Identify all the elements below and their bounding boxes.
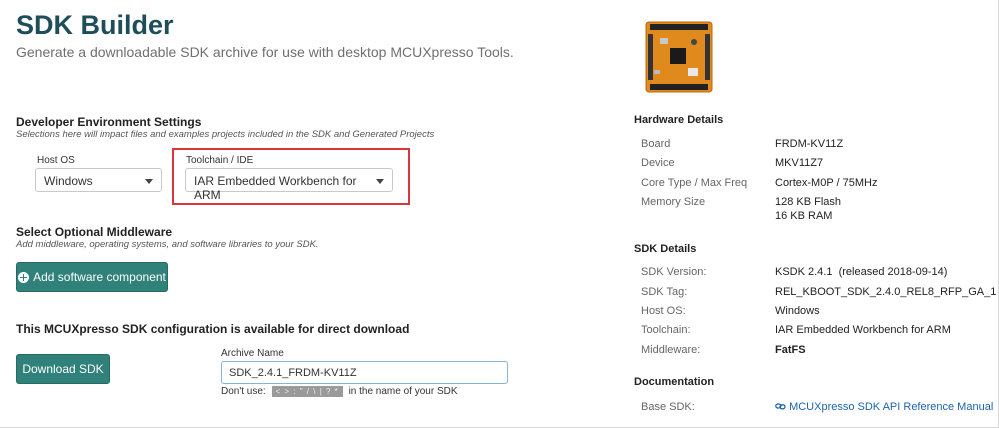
archive-name-label: Archive Name bbox=[221, 348, 284, 359]
dev-env-title: Developer Environment Settings bbox=[16, 115, 202, 129]
archive-name-input[interactable] bbox=[221, 361, 508, 384]
hw-key-core: Core Type / Max Freq bbox=[641, 177, 748, 189]
middleware-description: Add middleware, operating systems, and s… bbox=[16, 239, 319, 250]
hardware-details-title: Hardware Details bbox=[634, 114, 724, 126]
api-reference-link[interactable]: MCUXpresso SDK API Reference Manual bbox=[775, 401, 993, 413]
sdk-key-tag: SDK Tag: bbox=[641, 286, 688, 298]
hw-val-board: FRDM-KV11Z bbox=[775, 138, 844, 150]
sdk-key-toolchain: Toolchain: bbox=[641, 324, 691, 336]
page-title: SDK Builder bbox=[16, 10, 174, 40]
forbidden-chars: < > : " / \ | ? * bbox=[271, 386, 343, 397]
chevron-down-icon bbox=[145, 179, 153, 184]
download-title: This MCUXpresso SDK configuration is ava… bbox=[16, 322, 410, 336]
sdk-val-host-os: Windows bbox=[775, 305, 820, 317]
host-os-value: Windows bbox=[44, 174, 93, 188]
host-os-label: Host OS bbox=[37, 155, 75, 166]
doc-key-base-sdk: Base SDK: bbox=[641, 401, 695, 413]
sdk-val-middleware: FatFS bbox=[775, 344, 806, 356]
host-os-select[interactable]: Windows bbox=[35, 168, 162, 192]
link-icon bbox=[775, 403, 786, 410]
highlight-box bbox=[172, 148, 410, 205]
sdk-details-title: SDK Details bbox=[634, 243, 697, 255]
archive-warning: Don't use: < > : " / \ | ? * in the name… bbox=[221, 386, 458, 397]
sdk-val-toolchain: IAR Embedded Workbench for ARM bbox=[775, 324, 951, 336]
plus-circle-icon bbox=[18, 271, 30, 283]
warning-suffix: in the name of your SDK bbox=[348, 386, 458, 398]
warning-prefix: Don't use: bbox=[221, 386, 266, 398]
hw-val-device: MKV11Z7 bbox=[775, 157, 824, 169]
sdk-key-version: SDK Version: bbox=[641, 266, 707, 278]
sdk-key-host-os: Host OS: bbox=[641, 305, 686, 317]
hw-key-board: Board bbox=[641, 138, 671, 150]
documentation-title: Documentation bbox=[634, 376, 715, 388]
download-sdk-button[interactable]: Download SDK bbox=[16, 354, 110, 384]
add-software-component-label: Add software component bbox=[33, 270, 166, 284]
sdk-key-middleware: Middleware: bbox=[641, 344, 701, 356]
middleware-title: Select Optional Middleware bbox=[16, 225, 173, 239]
page-subtitle: Generate a downloadable SDK archive for … bbox=[16, 44, 514, 60]
hw-key-memory: Memory Size bbox=[641, 196, 706, 208]
hw-key-device: Device bbox=[641, 157, 675, 169]
hw-val-core: Cortex-M0P / 75MHz bbox=[775, 177, 878, 189]
dev-env-description: Selections here will impact files and ex… bbox=[16, 129, 435, 140]
sdk-val-version: KSDK 2.4.1 (released 2018-09-14) bbox=[775, 266, 948, 278]
hw-val-memory-ram: 16 KB RAM bbox=[775, 210, 833, 222]
board-image bbox=[645, 21, 713, 93]
add-software-component-button[interactable]: Add software component bbox=[16, 262, 168, 292]
api-reference-link-label: MCUXpresso SDK API Reference Manual bbox=[789, 401, 994, 413]
hw-val-memory-flash: 128 KB Flash bbox=[775, 196, 842, 208]
sdk-val-tag: REL_KBOOT_SDK_2.4.0_REL8_RFP_GA_1 bbox=[775, 286, 996, 298]
